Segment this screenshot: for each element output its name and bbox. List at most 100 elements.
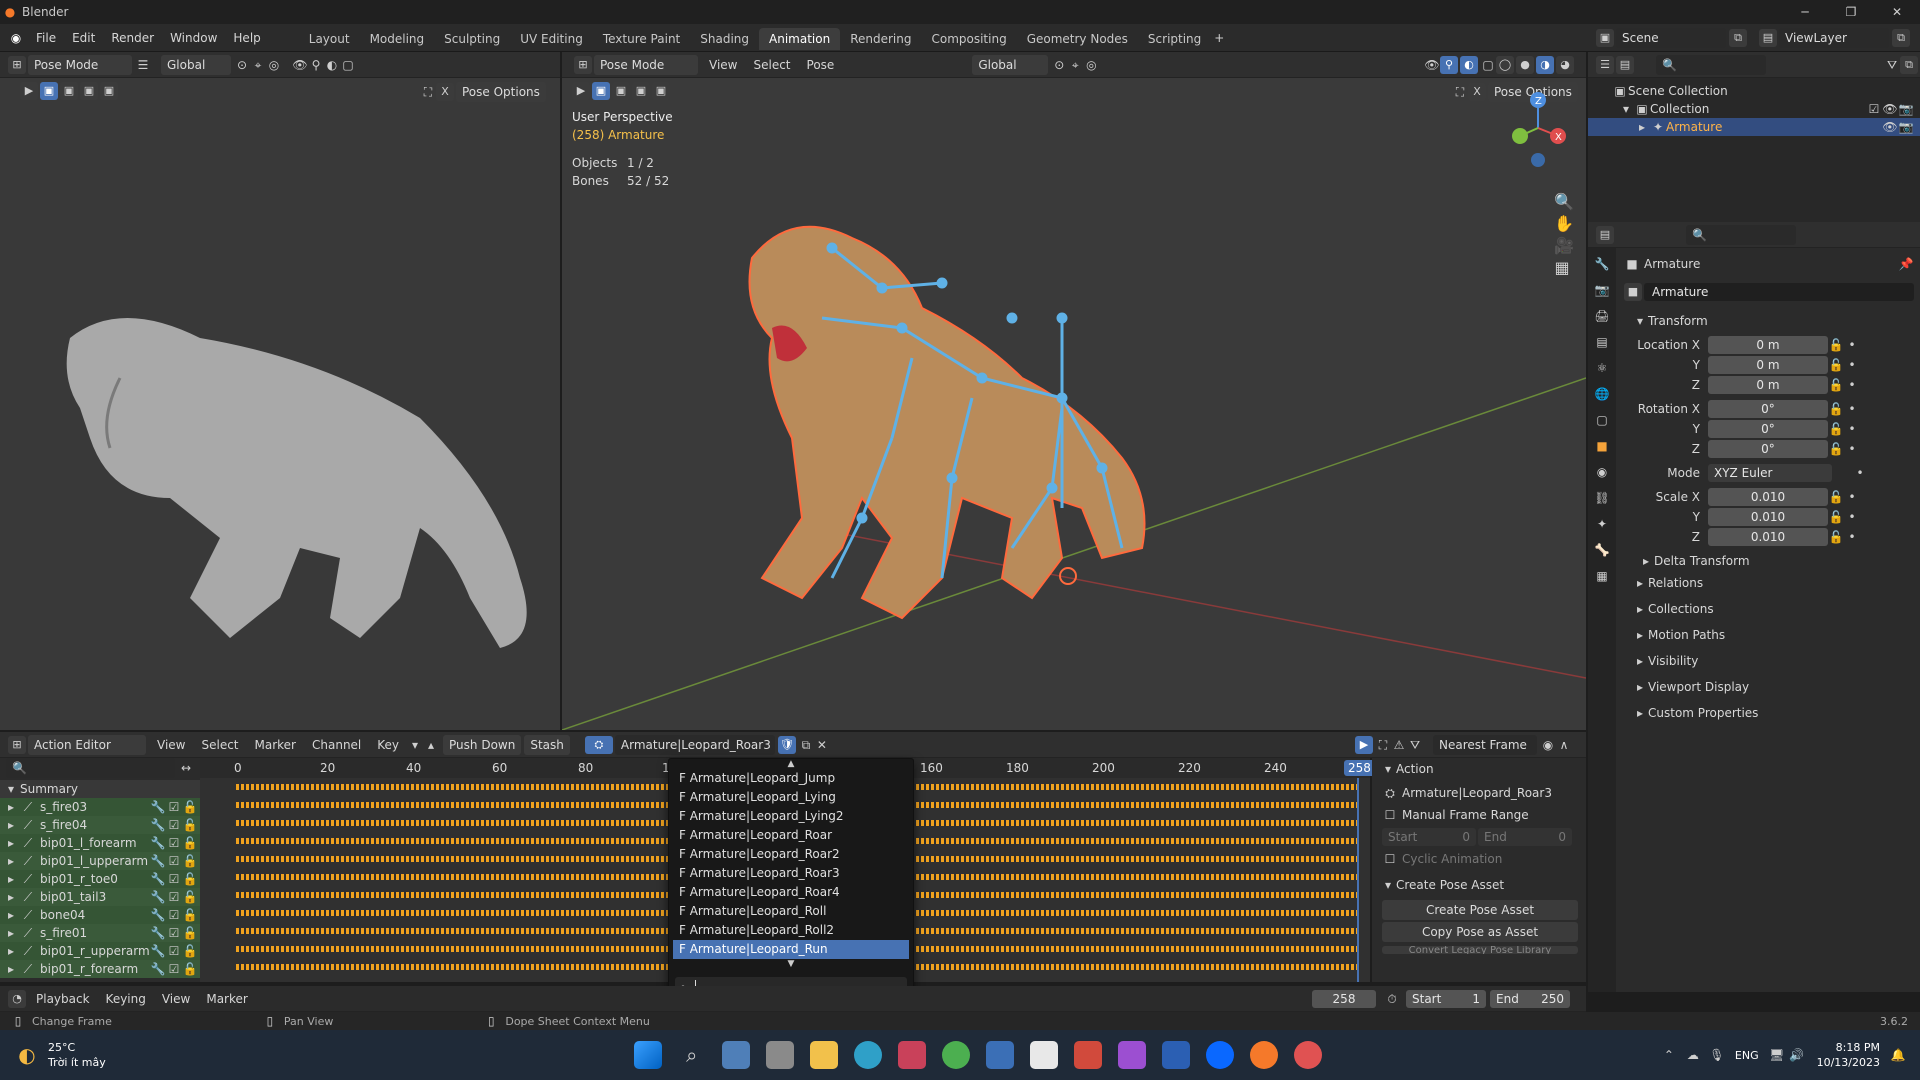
stash-button[interactable]: Stash (524, 734, 570, 755)
shading-wireframe-icon[interactable]: ◯ (1496, 55, 1514, 74)
new-view-layer-icon[interactable]: ⧉ (1892, 28, 1910, 47)
menu-edit[interactable]: Edit (64, 24, 103, 52)
channel-row[interactable]: ▸ ⟋ bip01_r_toe0 🔧 ☑ 🔓 (0, 870, 200, 888)
rotation-z-field[interactable]: 0° (1708, 440, 1828, 458)
visibility-panel[interactable]: ▸ Visibility (1624, 650, 1914, 672)
object-datablock-icon[interactable]: ■ (1624, 283, 1642, 301)
gizmo-icon[interactable]: ⚲ (308, 57, 324, 73)
app-grid-icon[interactable] (1029, 1041, 1058, 1069)
only-errors-icon[interactable]: ⚠ (1391, 737, 1407, 753)
custom-properties-panel[interactable]: ▸ Custom Properties (1624, 702, 1914, 724)
collection-tab-icon[interactable]: ▢ (1594, 412, 1610, 428)
summary-channel[interactable]: ▾ Summary (0, 780, 200, 798)
snipping-tool-icon[interactable] (897, 1041, 926, 1069)
channel-lock-icon[interactable]: 🔓 (182, 889, 198, 905)
hamburger-icon[interactable]: ☰ (135, 57, 151, 73)
channel-expand-icon[interactable]: ▸ (6, 889, 16, 905)
create-pose-asset-button[interactable]: Create Pose Asset (1382, 900, 1578, 920)
tray-chevron-icon[interactable]: ⌃ (1661, 1047, 1677, 1063)
cyclic-checkbox[interactable]: ☐ (1382, 851, 1398, 867)
world-tab-icon[interactable]: 🌐 (1594, 386, 1610, 402)
keyframe-scale-x-icon[interactable]: • (1844, 489, 1860, 505)
editor-type-icon[interactable]: ⊞ (8, 55, 26, 74)
shading-material-icon[interactable]: ◑ (1536, 55, 1554, 74)
keyframe-scale-z-icon[interactable]: • (1844, 529, 1860, 545)
object-tab-icon[interactable]: ■ (1594, 438, 1610, 454)
location-y-field[interactable]: 0 m (1708, 356, 1828, 374)
push-down-button[interactable]: Push Down (443, 734, 522, 755)
channel-mute-checkbox[interactable]: ☑ (166, 925, 182, 941)
left-viewport[interactable]: ▶ ▣ ▣ ▣ ▣ ⛶ X Pose Options (0, 78, 560, 730)
channel-mute-checkbox[interactable]: ☑ (166, 799, 182, 815)
ae-keyframe-type-icon[interactable]: ▾ (407, 737, 423, 753)
action-name-field[interactable]: Armature|Leopard_Roar3 (614, 734, 775, 755)
unlink-action-icon[interactable]: ✕ (814, 737, 830, 753)
tab-layout[interactable]: Layout (299, 28, 360, 50)
outliner-filter-icon[interactable]: ⛛ (1884, 57, 1900, 73)
main-menu-pose[interactable]: Pose (799, 51, 843, 79)
action-option[interactable]: F Armature|Leopard_Roar2 (673, 845, 909, 864)
outliner-scene-collection[interactable]: ▣ Scene Collection (1588, 82, 1920, 100)
navigation-gizmo[interactable]: Z X (1502, 88, 1582, 168)
collection-expand-icon[interactable]: ▾ (1618, 101, 1634, 117)
lock-scale-z-icon[interactable]: 🔓 (1828, 529, 1844, 545)
keyframe-location-y-icon[interactable]: • (1844, 357, 1860, 373)
rotation-y-field[interactable]: 0° (1708, 420, 1828, 438)
tab-texture-paint[interactable]: Texture Paint (593, 28, 690, 50)
notification-icon[interactable]: 🔔 (1890, 1047, 1906, 1063)
object-name-field[interactable]: Armature (1644, 283, 1914, 301)
pan-hand-icon[interactable]: ✋ (1554, 216, 1574, 232)
widgets-icon[interactable] (721, 1041, 750, 1069)
channel-expand-icon[interactable]: ▸ (6, 907, 16, 923)
channel-lock-icon[interactable]: 🔓 (182, 943, 198, 959)
view-layer-icon[interactable]: ▤ (1759, 28, 1777, 47)
timeline-marker-menu[interactable]: Marker (198, 985, 255, 1013)
main-visibility-icon[interactable]: 👁 (1424, 57, 1440, 73)
taskbar-search-icon[interactable]: ⌕ (678, 1045, 706, 1065)
overlay-icon[interactable]: ◐ (324, 57, 340, 73)
main-pivot-icon[interactable]: ⊙ (1051, 57, 1067, 73)
ae-menu-marker[interactable]: Marker (247, 731, 304, 759)
channel-mute-checkbox[interactable]: ☑ (166, 943, 182, 959)
channel-mute-checkbox[interactable]: ☑ (166, 889, 182, 905)
menu-help[interactable]: Help (225, 24, 268, 52)
volume-icon[interactable]: 🔊 (1789, 1047, 1805, 1063)
channel-lock-icon[interactable]: 🔓 (182, 907, 198, 923)
show-hidden-icon[interactable]: ⛶ (1375, 737, 1391, 753)
keyframe-rotation-y-icon[interactable]: • (1844, 421, 1860, 437)
main-menu-select[interactable]: Select (745, 51, 798, 79)
channel-modifier-icon[interactable]: 🔧 (150, 907, 166, 923)
main-overlay-toggle[interactable]: ◐ (1460, 55, 1478, 74)
main-menu-view[interactable]: View (701, 51, 745, 79)
shading-solid-icon[interactable]: ● (1516, 55, 1534, 74)
end-frame-field[interactable]: End 0 (1478, 828, 1572, 846)
left-orientation-dropdown[interactable]: Global (161, 54, 231, 75)
grid-ortho-icon[interactable]: ▦ (1554, 260, 1570, 276)
outliner-armature[interactable]: ▸ ✦ Armature 👁 📷 (1588, 118, 1920, 136)
timeline-playback-menu[interactable]: Playback (28, 985, 98, 1013)
language-indicator[interactable]: ENG (1735, 1049, 1759, 1062)
new-scene-icon[interactable]: ⧉ (1729, 28, 1747, 47)
keyframe-scale-y-icon[interactable]: • (1844, 509, 1860, 525)
collection-checkbox-icon[interactable]: ☑ (1866, 101, 1882, 117)
viewport-display-panel[interactable]: ▸ Viewport Display (1624, 676, 1914, 698)
channel-mute-checkbox[interactable]: ☑ (166, 853, 182, 869)
channel-mute-checkbox[interactable]: ☑ (166, 835, 182, 851)
file-explorer-icon[interactable] (809, 1041, 838, 1069)
view-layer-selector[interactable]: ViewLayer (1779, 27, 1889, 48)
channel-expand-icon[interactable]: ▸ (6, 799, 16, 815)
bone-tab-icon[interactable]: 🦴 (1594, 542, 1610, 558)
outliner-display-icon[interactable]: ▤ (1616, 55, 1634, 74)
tab-sculpting[interactable]: Sculpting (434, 28, 510, 50)
output-tab-icon[interactable]: 🖨 (1594, 308, 1610, 324)
main-viewport[interactable]: ▶ ▣ ▣ ▣ ▣ ⛶ X Pose Options User Perspect… (562, 78, 1586, 730)
falloff-icon[interactable]: ∧ (1556, 737, 1572, 753)
timeline-editor-icon[interactable]: ◔ (8, 989, 26, 1008)
main-gizmo-toggle[interactable]: ⚲ (1440, 55, 1458, 74)
location-x-field[interactable]: 0 m (1708, 336, 1828, 354)
main-mode-dropdown[interactable]: Pose Mode (594, 54, 698, 75)
outliner-new-collection-icon[interactable]: ⧉ (1900, 55, 1918, 74)
fake-user-icon[interactable]: 🛡 (777, 735, 796, 754)
action-option[interactable]: F Armature|Leopard_Run (673, 940, 909, 959)
view-layer-tab-icon[interactable]: ▤ (1594, 334, 1610, 350)
